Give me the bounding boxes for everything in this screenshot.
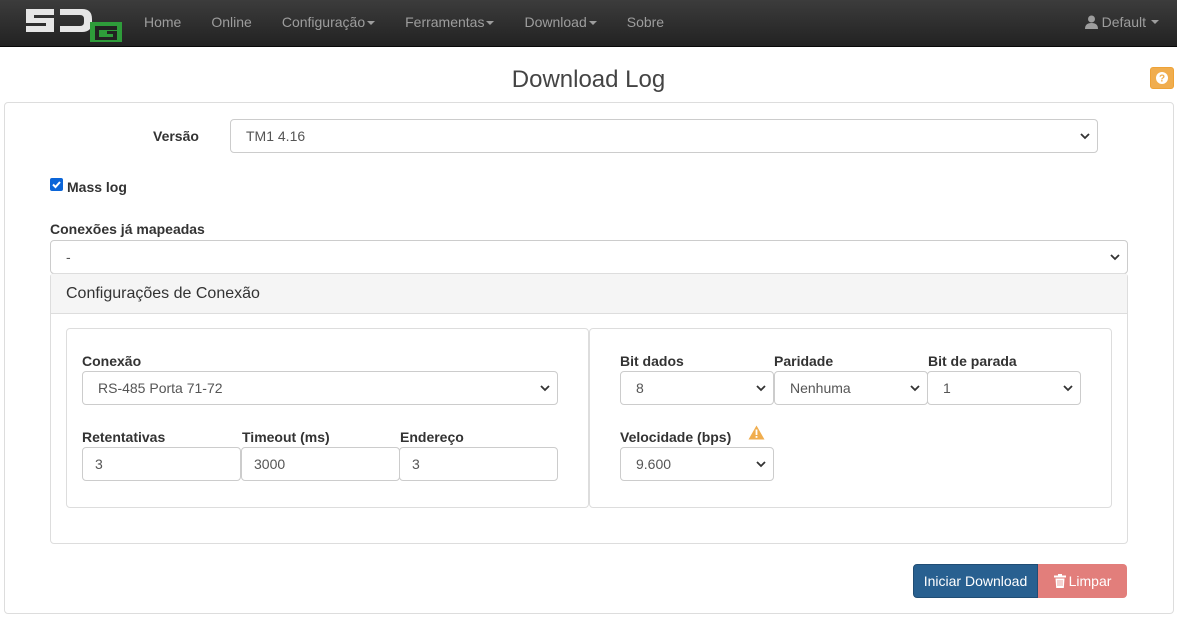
- caret-down-icon: [588, 21, 597, 26]
- velocidade-label: Velocidade (bps): [620, 429, 732, 445]
- paridade-select[interactable]: Nenhuma: [774, 371, 928, 405]
- nav-sobre[interactable]: Sobre: [612, 0, 679, 47]
- nav-download-label: Download: [524, 14, 587, 30]
- user-name: Default: [1101, 14, 1146, 30]
- nav-configuracao[interactable]: Configuração: [267, 0, 390, 47]
- paridade-value: Nenhuma: [790, 380, 851, 396]
- timeout-label: Timeout (ms): [242, 429, 330, 445]
- chevron-down-icon: [756, 385, 766, 392]
- mass-log-checkbox[interactable]: [50, 178, 63, 191]
- user-icon: [1084, 15, 1098, 29]
- bit-parada-label: Bit de parada: [928, 353, 1017, 369]
- trash-icon: [1053, 574, 1066, 588]
- velocidade-value: 9.600: [636, 456, 672, 472]
- connection-heading: Configurações de Conexão: [51, 274, 1127, 314]
- main-nav: Home Online Configuração Ferramentas Dow…: [129, 0, 679, 47]
- conexoes-value: -: [66, 249, 71, 265]
- versao-value: TM1 4.16: [246, 128, 306, 144]
- conexao-select[interactable]: RS-485 Porta 71-72: [82, 371, 558, 405]
- velocidade-select[interactable]: 9.600: [620, 447, 774, 481]
- retentativas-input[interactable]: 3: [82, 447, 241, 481]
- conexao-value: RS-485 Porta 71-72: [98, 380, 223, 396]
- nav-configuracao-label: Configuração: [281, 14, 366, 30]
- nav-home-label: Home: [144, 14, 182, 30]
- endereco-input[interactable]: 3: [399, 447, 558, 481]
- bit-dados-select[interactable]: 8: [620, 371, 774, 405]
- nav-online[interactable]: Online: [196, 0, 266, 47]
- nav-home[interactable]: Home: [129, 0, 196, 47]
- chevron-down-icon: [1063, 385, 1073, 392]
- bit-parada-select[interactable]: 1: [927, 371, 1081, 405]
- clear-button[interactable]: Limpar: [1038, 564, 1127, 598]
- paridade-label: Paridade: [774, 353, 834, 369]
- nav-ferramentas[interactable]: Ferramentas: [390, 0, 509, 47]
- svg-text:?: ?: [1159, 74, 1165, 85]
- help-button[interactable]: ?: [1150, 67, 1174, 89]
- conexoes-select[interactable]: -: [50, 240, 1128, 274]
- question-icon: ?: [1156, 72, 1168, 84]
- bit-dados-value: 8: [636, 380, 644, 396]
- bit-dados-label: Bit dados: [620, 353, 684, 369]
- chevron-down-icon: [1110, 254, 1120, 261]
- endereco-label: Endereço: [400, 429, 464, 445]
- nav-download[interactable]: Download: [509, 0, 611, 47]
- nav-sobre-label: Sobre: [626, 14, 665, 30]
- nav-online-label: Online: [211, 14, 252, 30]
- conexoes-label: Conexões já mapeadas: [50, 221, 205, 237]
- nav-ferramentas-label: Ferramentas: [405, 14, 485, 30]
- check-icon: [52, 181, 61, 189]
- start-download-button[interactable]: Iniciar Download: [913, 564, 1038, 598]
- chevron-down-icon: [540, 385, 550, 392]
- chevron-down-icon: [1080, 133, 1090, 140]
- caret-down-icon: [1151, 20, 1159, 24]
- start-download-label: Iniciar Download: [923, 573, 1028, 589]
- chevron-down-icon: [756, 461, 766, 468]
- page-title: Download Log: [511, 66, 666, 93]
- chevron-down-icon: [910, 385, 920, 392]
- versao-label: Versão: [153, 128, 199, 144]
- navbar: Home Online Configuração Ferramentas Dow…: [0, 0, 1177, 47]
- connection-box-left: [66, 328, 589, 508]
- retentativas-label: Retentativas: [82, 429, 166, 445]
- mass-log-label: Mass log: [67, 179, 127, 195]
- warning-icon[interactable]: [748, 425, 765, 440]
- sdg-logo[interactable]: [24, 6, 124, 42]
- timeout-input[interactable]: 3000: [241, 447, 400, 481]
- clear-label: Limpar: [1068, 573, 1112, 589]
- user-menu[interactable]: Default: [1084, 0, 1159, 44]
- conexao-label: Conexão: [82, 353, 142, 369]
- caret-down-icon: [367, 21, 376, 26]
- versao-select[interactable]: TM1 4.16: [230, 119, 1098, 153]
- caret-down-icon: [486, 21, 495, 26]
- bit-parada-value: 1: [943, 380, 951, 396]
